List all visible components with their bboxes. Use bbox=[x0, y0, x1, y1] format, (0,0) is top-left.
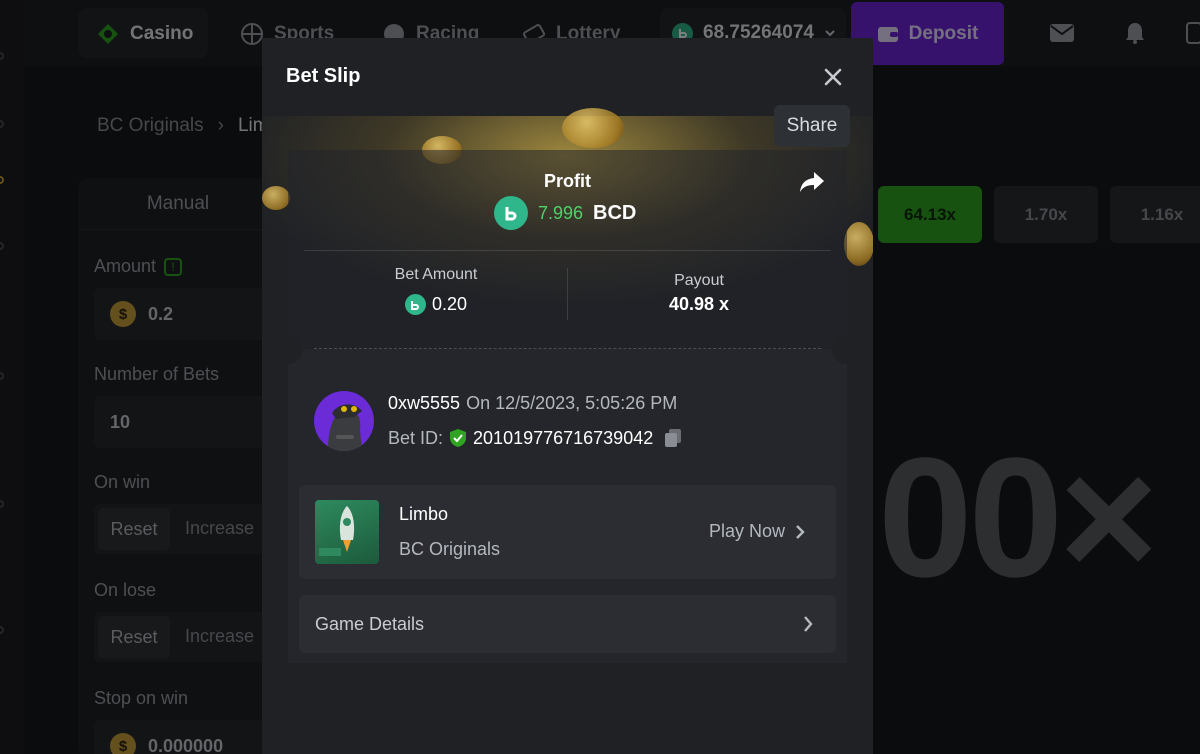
divider bbox=[567, 268, 568, 320]
dashed-separator bbox=[314, 348, 821, 349]
payout-value: 40.98 x bbox=[668, 294, 730, 314]
bet-slip-modal: Bet Slip Share Profit 7.996 BCD Bet Amou… bbox=[262, 38, 873, 754]
bet-id-label: Bet ID: bbox=[388, 427, 444, 448]
game-provider: BC Originals bbox=[399, 539, 501, 559]
gold-coin-decoration bbox=[562, 108, 624, 148]
limbo-thumbnail bbox=[315, 500, 379, 564]
bet-date: On 12/5/2023, 5:05:26 PM bbox=[466, 393, 678, 413]
bet-amount-value: 0.20 bbox=[431, 294, 468, 314]
bet-amount-value-row: 0.20 bbox=[336, 294, 536, 315]
play-now-button[interactable]: Play Now bbox=[709, 521, 805, 542]
chevron-right-icon bbox=[796, 524, 805, 539]
avatar bbox=[314, 391, 374, 451]
share-tooltip: Share bbox=[774, 105, 850, 147]
profit-value: 7.996 bbox=[538, 202, 584, 223]
game-details-label: Game Details bbox=[315, 614, 425, 634]
ticket-notch bbox=[832, 334, 862, 364]
close-icon[interactable] bbox=[822, 66, 844, 88]
crocodile-avatar-icon bbox=[328, 404, 362, 451]
username[interactable]: 0xw5555 bbox=[388, 393, 460, 414]
shield-check-icon bbox=[450, 429, 467, 447]
play-now-label: Play Now bbox=[709, 521, 786, 541]
game-name: Limbo bbox=[399, 504, 449, 524]
copy-icon[interactable] bbox=[663, 427, 683, 449]
ticket-notch bbox=[273, 334, 303, 364]
bet-amount-label: Bet Amount bbox=[394, 266, 478, 283]
bet-id-value: 201019776716739042 bbox=[473, 427, 654, 448]
bcd-coin-icon bbox=[494, 196, 528, 230]
user-line: 0xw5555 On 12/5/2023, 5:05:26 PM bbox=[388, 393, 677, 414]
divider bbox=[304, 250, 831, 251]
game-row[interactable]: Limbo BC Originals Play Now bbox=[299, 485, 836, 579]
profit-row: 7.996 BCD bbox=[494, 196, 636, 230]
rocket-icon bbox=[319, 506, 355, 556]
gold-coin-decoration bbox=[844, 222, 873, 266]
payout-label: Payout bbox=[674, 272, 724, 289]
profit-currency: BCD bbox=[593, 201, 637, 224]
modal-title: Bet Slip bbox=[286, 65, 361, 87]
bcd-coin-icon bbox=[404, 294, 426, 315]
chevron-right-icon bbox=[804, 616, 813, 632]
profit-label: Profit bbox=[544, 171, 591, 191]
game-details-row[interactable]: Game Details bbox=[299, 595, 836, 653]
bet-id-line: Bet ID: 201019776716739042 bbox=[388, 427, 683, 449]
